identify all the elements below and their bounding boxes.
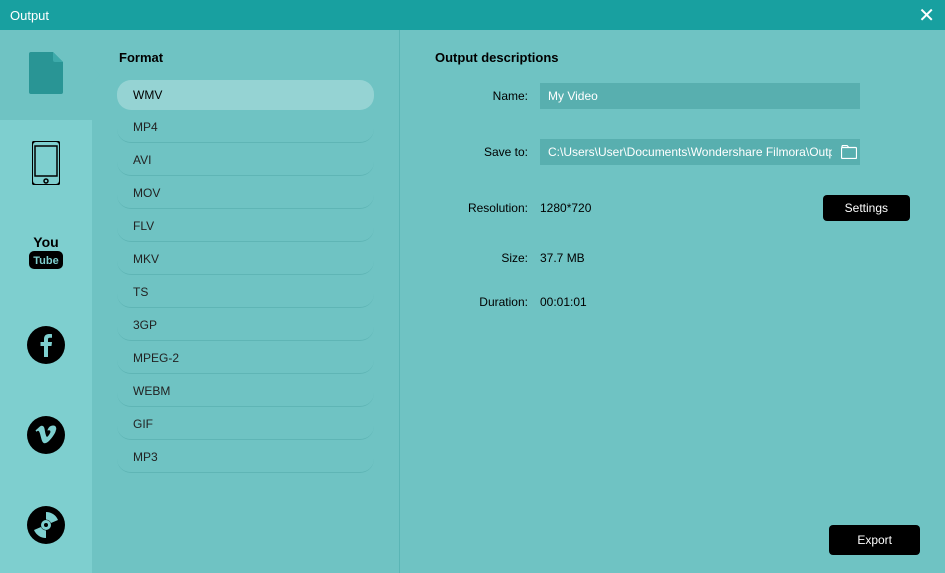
sidebar-item-device[interactable] — [0, 120, 92, 210]
export-button[interactable]: Export — [829, 525, 920, 555]
saveto-label: Save to: — [435, 145, 540, 159]
format-item-webm[interactable]: WEBM — [117, 376, 374, 407]
format-item-flv[interactable]: FLV — [117, 211, 374, 242]
format-item-avi[interactable]: AVI — [117, 145, 374, 176]
sidebar-item-vimeo[interactable] — [0, 390, 92, 480]
resolution-label: Resolution: — [435, 201, 540, 215]
format-panel: Format WMV MP4 AVI MOV FLV MKV TS 3GP MP… — [92, 30, 400, 573]
youtube-icon: You Tube — [25, 233, 67, 278]
browse-folder-icon[interactable] — [840, 144, 858, 160]
details-panel: Output descriptions Name: Save to: Resol… — [400, 30, 945, 573]
vimeo-icon — [27, 416, 65, 454]
facebook-icon — [27, 326, 65, 364]
main-content: YouTube Format WMV MP4 AVI MOV FLV MK — [0, 30, 945, 573]
format-item-mpeg2[interactable]: MPEG-2 — [117, 343, 374, 374]
size-label: Size: — [435, 251, 540, 265]
saveto-wrap — [540, 139, 860, 165]
svg-text:You: You — [33, 234, 58, 250]
destination-sidebar: You Tube — [0, 30, 92, 573]
disc-icon — [27, 506, 65, 544]
close-icon[interactable]: ✕ — [918, 3, 935, 28]
format-item-3gp[interactable]: 3GP — [117, 310, 374, 341]
resolution-row: Resolution: 1280*720 Settings — [435, 195, 910, 221]
phone-icon — [32, 141, 60, 190]
name-row: Name: — [435, 83, 910, 109]
sidebar-item-facebook[interactable] — [0, 300, 92, 390]
size-row: Size: 37.7 MB — [435, 251, 910, 265]
document-icon — [29, 52, 63, 99]
settings-button[interactable]: Settings — [823, 195, 910, 221]
window-title: Output — [10, 8, 49, 23]
duration-label: Duration: — [435, 295, 540, 309]
format-list: WMV MP4 AVI MOV FLV MKV TS 3GP MPEG-2 WE… — [117, 80, 374, 473]
duration-row: Duration: 00:01:01 — [435, 295, 910, 309]
format-item-mkv[interactable]: MKV — [117, 244, 374, 275]
sidebar-item-document[interactable] — [0, 30, 92, 120]
format-item-wmv[interactable]: WMV — [117, 80, 374, 110]
resolution-value: 1280*720 — [540, 201, 591, 215]
details-heading: Output descriptions — [435, 50, 910, 65]
sidebar-item-dvd[interactable] — [0, 480, 92, 570]
titlebar: Output ✕ — [0, 0, 945, 30]
format-item-mp3[interactable]: MP3 — [117, 442, 374, 473]
format-heading: Format — [119, 50, 374, 65]
format-item-mov[interactable]: MOV — [117, 178, 374, 209]
size-value: 37.7 MB — [540, 251, 585, 265]
format-item-ts[interactable]: TS — [117, 277, 374, 308]
format-item-gif[interactable]: GIF — [117, 409, 374, 440]
duration-value: 00:01:01 — [540, 295, 587, 309]
saveto-input[interactable] — [540, 139, 840, 165]
format-item-mp4[interactable]: MP4 — [117, 112, 374, 143]
name-input[interactable] — [540, 83, 860, 109]
sidebar-item-youtube[interactable]: You Tube — [0, 210, 92, 300]
saveto-row: Save to: — [435, 139, 910, 165]
name-label: Name: — [435, 89, 540, 103]
svg-text:Tube: Tube — [33, 255, 58, 267]
